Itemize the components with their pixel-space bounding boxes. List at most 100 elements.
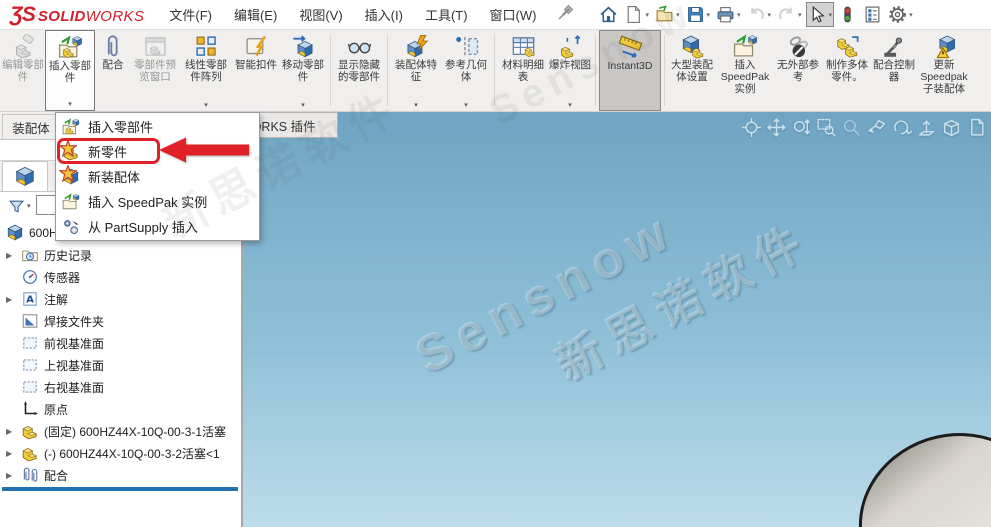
instant3d-button[interactable]: Instant3D [599, 30, 661, 111]
tree-item-history[interactable]: ▶ 历史记录 [0, 244, 241, 266]
display-options-icon[interactable] [861, 2, 884, 27]
tree-item-right-plane[interactable]: 右视基准面 [0, 376, 241, 398]
ribbon-separator [330, 35, 331, 106]
reference-geometry-dropdown-arrow[interactable]: ▾ [464, 101, 468, 111]
tree-item-origin[interactable]: 原点 [0, 398, 241, 420]
exploded-view-button[interactable]: 爆炸视图 ▾ [548, 30, 592, 111]
menu-insert[interactable]: 插入(I) [354, 1, 414, 28]
zoom-to-area-icon[interactable] [816, 117, 837, 138]
pan-icon[interactable] [766, 117, 787, 138]
rollback-bar[interactable] [2, 487, 238, 491]
menu-edit[interactable]: 编辑(E) [223, 1, 288, 28]
graphics-viewport[interactable]: Sensnow 新思诺软件 [243, 112, 991, 527]
exploded-view-dropdown-arrow[interactable]: ▾ [568, 101, 572, 111]
menu-file[interactable]: 文件(F) [158, 1, 223, 28]
piston-model-edge[interactable] [836, 409, 991, 527]
move-component-icon [291, 34, 316, 59]
plane-icon [21, 334, 39, 352]
tree-item-component-piston-1[interactable]: ▶ (固定) 600HZ44X-10Q-00-3-1活塞 [0, 420, 241, 442]
assembly-features-icon [404, 34, 429, 59]
tree-item-sensors[interactable]: 传感器 [0, 266, 241, 288]
tab-feature-manager-tree[interactable] [2, 161, 48, 191]
make-multibody-part-button[interactable]: 制作多体零件。 [822, 30, 872, 111]
quick-access-toolbar: ▾ ▾ ▾ ▾ ▾ ▾ ▾ [597, 2, 916, 27]
display-style-icon[interactable] [966, 117, 987, 138]
filter-funnel-icon[interactable] [8, 198, 25, 215]
tree-item-mates[interactable]: ▶ 配合 [0, 464, 241, 486]
title-bar: ƷS SOLID WORKS 文件(F) 编辑(E) 视图(V) 插入(I) 工… [0, 0, 991, 30]
menu-window[interactable]: 窗口(W) [479, 1, 548, 28]
insert-components-icon [62, 118, 80, 136]
linear-pattern-dropdown-arrow[interactable]: ▾ [204, 101, 208, 111]
magnifier-icon [841, 117, 862, 138]
linear-component-pattern-button[interactable]: 线性零部件阵列 ▾ [179, 30, 233, 111]
menu-item-insert-speedpak[interactable]: 插入 SpeedPak 实例 [56, 189, 259, 214]
assembly-cube-icon [6, 224, 24, 242]
tree-item-component-piston-2[interactable]: ▶ (-) 600HZ44X-10Q-00-3-2活塞<1 [0, 442, 241, 464]
assembly-features-dropdown-arrow[interactable]: ▾ [414, 101, 418, 111]
view-orientation-icon[interactable] [866, 117, 887, 138]
sensor-icon [21, 268, 39, 286]
assembly-cube-icon [14, 166, 36, 188]
rebuild-traffic-light-icon[interactable] [836, 2, 859, 27]
ribbon-separator [664, 35, 665, 106]
insert-speedpak-icon [733, 34, 758, 59]
filter-dropdown-arrow[interactable]: ▾ [27, 202, 31, 210]
mates-paperclip-icon [21, 466, 39, 484]
tree-item-front-plane[interactable]: 前视基准面 [0, 332, 241, 354]
zoom-to-fit-icon[interactable] [741, 117, 762, 138]
settings-gear-icon[interactable]: ▾ [886, 2, 915, 27]
ribbon-separator [595, 35, 596, 106]
new-document-icon[interactable]: ▾ [622, 2, 651, 27]
ribbon-separator [387, 35, 388, 106]
normal-to-icon[interactable] [916, 117, 937, 138]
insert-components-button[interactable]: 插入零部件 ▾ [45, 30, 95, 111]
save-icon[interactable]: ▾ [684, 2, 713, 27]
open-document-icon[interactable]: ▾ [653, 2, 682, 27]
reference-geometry-button[interactable]: 参考几何体 ▾ [441, 30, 491, 111]
zoom-in-out-icon[interactable] [791, 117, 812, 138]
assembly-features-button[interactable]: 装配体特征 ▾ [391, 30, 441, 111]
select-cursor-icon[interactable]: ▾ [806, 2, 835, 27]
new-badge-icon [59, 140, 77, 158]
menu-bar: 文件(F) 编辑(E) 视图(V) 插入(I) 工具(T) 窗口(W) [158, 1, 547, 28]
mate-icon [101, 34, 126, 59]
tab-assembly[interactable]: 装配体 [2, 114, 60, 139]
smart-fasteners-button[interactable]: 智能扣件 [233, 30, 279, 111]
bill-of-materials-button[interactable]: 材料明细表 [498, 30, 548, 111]
section-view-icon[interactable] [941, 117, 962, 138]
move-component-button[interactable]: 移动零部件 ▾ [279, 30, 327, 111]
tree-item-annotations[interactable]: ▶ 注解 [0, 288, 241, 310]
annotation-arrow [159, 136, 251, 164]
home-icon[interactable] [597, 2, 620, 27]
undo-icon: ▾ [745, 2, 774, 27]
make-multibody-part-icon [835, 34, 860, 59]
insert-speedpak-button[interactable]: 插入 SpeedPak 实例 [716, 30, 774, 111]
insert-components-dropdown-arrow[interactable]: ▾ [68, 100, 72, 110]
pin-menu-icon[interactable] [557, 3, 575, 26]
menu-item-new-assembly[interactable]: 新装配体 [56, 164, 259, 189]
menu-tools[interactable]: 工具(T) [414, 1, 479, 28]
menu-view[interactable]: 视图(V) [288, 1, 353, 28]
plane-icon [21, 356, 39, 374]
move-component-dropdown-arrow[interactable]: ▾ [301, 101, 305, 111]
partsupply-icon [62, 218, 80, 236]
insert-components-dropdown-menu: 插入零部件 新零件 新装配体 插入 SpeedPak 实例 从 PartSupp… [55, 112, 260, 241]
update-speedpak-button[interactable]: 更新 Speedpak 子装配体 [916, 30, 972, 111]
menu-item-partsupply[interactable]: 从 PartSupply 插入 [56, 214, 259, 239]
large-assembly-settings-button[interactable]: 大型装配体设置 [668, 30, 716, 111]
no-external-references-button[interactable]: 无外部参考 [774, 30, 822, 111]
edit-component-button: 编辑零部件 [1, 30, 45, 111]
mate-button[interactable]: 配合 [95, 30, 131, 111]
component-preview-window-icon [143, 34, 168, 59]
print-icon[interactable]: ▾ [714, 2, 743, 27]
feature-tree: 600H ▶ 历史记录 传感器 ▶ 注解 焊接文件夹 前视基准面 [0, 220, 241, 491]
show-hidden-components-button[interactable]: 显示隐藏的零部件 [334, 30, 384, 111]
mate-controller-button[interactable]: 配合控制器 [872, 30, 916, 111]
new-assembly-icon [62, 168, 80, 186]
tree-item-top-plane[interactable]: 上视基准面 [0, 354, 241, 376]
tree-item-weldment-folder[interactable]: 焊接文件夹 [0, 310, 241, 332]
plane-icon [21, 378, 39, 396]
rotate-view-icon[interactable] [891, 117, 912, 138]
mate-controller-icon [882, 34, 907, 59]
